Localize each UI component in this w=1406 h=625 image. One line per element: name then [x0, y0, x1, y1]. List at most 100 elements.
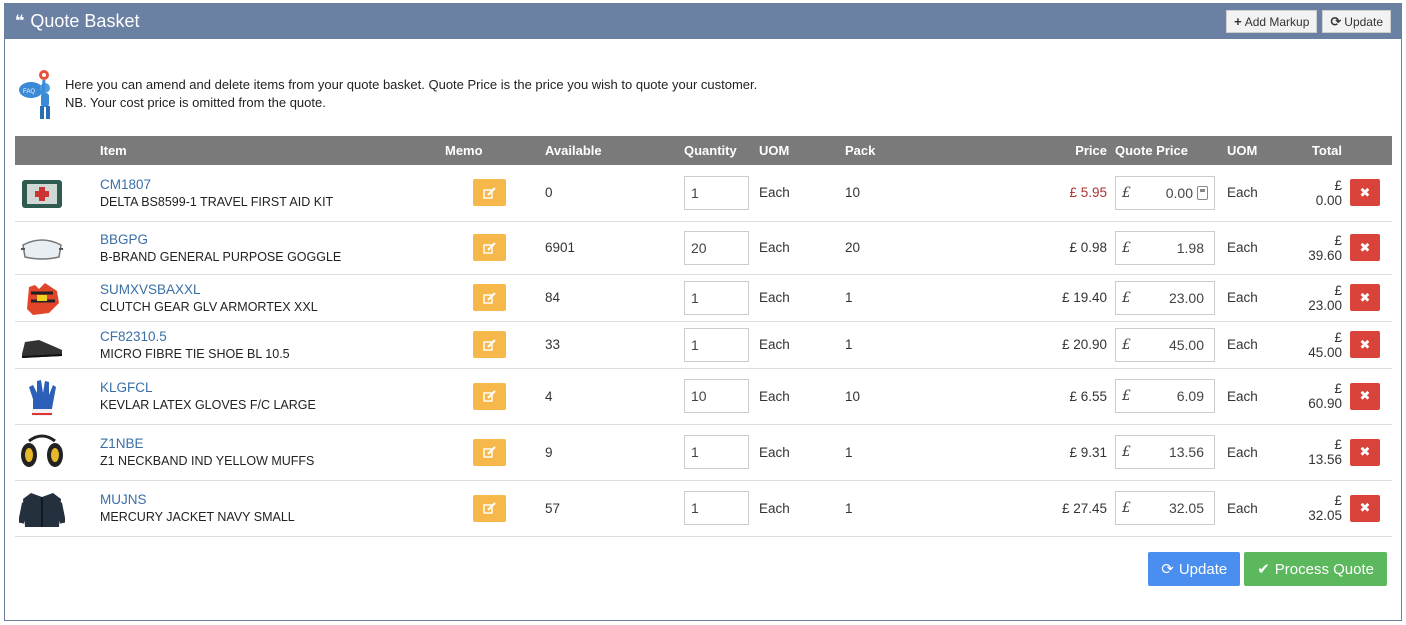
item-code-link[interactable]: MUJNS: [100, 492, 437, 507]
total-cell: £ 45.00: [1303, 321, 1346, 369]
quote-price-input[interactable]: £23.00: [1115, 280, 1215, 315]
item-code-link[interactable]: SUMXVSBAXXL: [100, 282, 437, 297]
quantity-cell: 20: [680, 221, 755, 275]
quote-price-value: 13.56: [1168, 444, 1204, 460]
item-code-link[interactable]: CF82310.5: [100, 329, 437, 344]
currency-symbol: £: [1122, 184, 1131, 201]
item-code-link[interactable]: CM1807: [100, 177, 437, 192]
quote-price-value: 6.09: [1176, 388, 1204, 404]
memo-edit-button[interactable]: [473, 494, 506, 522]
delete-button[interactable]: ✖: [1350, 234, 1380, 261]
quantity-input[interactable]: 1: [684, 280, 749, 315]
delete-button[interactable]: ✖: [1350, 331, 1380, 358]
pack-cell: 20: [841, 221, 941, 275]
price-value: £ 20.90: [1061, 337, 1107, 352]
memo-edit-button[interactable]: [473, 234, 506, 261]
total-cell: £ 0.00: [1303, 165, 1346, 222]
process-quote-button[interactable]: ✔ Process Quote: [1244, 552, 1387, 586]
memo-edit-button[interactable]: [473, 179, 506, 207]
quote-price-input[interactable]: £13.56: [1115, 435, 1215, 469]
update-button[interactable]: ⟳ Update: [1148, 552, 1241, 586]
col-item: Item: [100, 143, 127, 158]
quantity-input[interactable]: 1: [684, 491, 749, 525]
edit-icon: [482, 446, 496, 458]
product-image-cell: [15, 368, 96, 425]
edit-icon: [482, 390, 496, 402]
currency-symbol: £: [1122, 500, 1131, 516]
uom-cell: Each: [755, 321, 841, 369]
quantity-cell: 1: [680, 274, 755, 322]
quantity-input[interactable]: 20: [684, 230, 749, 265]
quantity-input[interactable]: 10: [684, 379, 749, 413]
currency-symbol: £: [1122, 336, 1131, 353]
header-update-label: Update: [1344, 14, 1383, 29]
add-markup-button[interactable]: + Add Markup: [1226, 10, 1318, 33]
memo-cell: [441, 480, 541, 537]
uom-cell: Each: [755, 480, 841, 537]
item-cell: BBGPG B-BRAND GENERAL PURPOSE GOGGLE: [96, 221, 441, 275]
memo-edit-button[interactable]: [473, 284, 506, 311]
col-uom: UOM: [759, 143, 790, 158]
uom-cell: Each: [755, 165, 841, 222]
memo-cell: [441, 424, 541, 481]
item-cell: MUJNS MERCURY JACKET NAVY SMALL: [96, 480, 441, 537]
calculator-icon[interactable]: [1197, 185, 1208, 200]
price-value: £ 9.31: [1069, 444, 1107, 460]
price-value: £ 5.95: [1069, 185, 1107, 201]
quote-price-input[interactable]: £1.98: [1115, 230, 1215, 265]
memo-edit-button[interactable]: [473, 438, 506, 466]
item-description: Z1 NECKBAND IND YELLOW MUFFS: [100, 454, 315, 468]
delete-cell: ✖: [1346, 165, 1392, 222]
edit-icon: [482, 187, 496, 199]
edit-icon: [482, 291, 496, 304]
quote-price-input[interactable]: £6.09: [1115, 379, 1215, 413]
item-cell: KLGFCL KEVLAR LATEX GLOVES F/C LARGE: [96, 368, 441, 425]
uom2-cell: Each: [1223, 165, 1303, 222]
quantity-input[interactable]: 1: [684, 175, 749, 210]
item-code-link[interactable]: BBGPG: [100, 232, 437, 247]
uom2-cell: Each: [1223, 321, 1303, 369]
item-description: MERCURY JACKET NAVY SMALL: [100, 510, 295, 524]
delete-button[interactable]: ✖: [1350, 382, 1380, 410]
quote-price-input[interactable]: £0.00: [1115, 175, 1215, 210]
item-description: DELTA BS8599-1 TRAVEL FIRST AID KIT: [100, 194, 334, 209]
refresh-icon: ⟳: [1161, 561, 1174, 578]
delete-button[interactable]: ✖: [1350, 438, 1380, 466]
table-row: Z1NBE Z1 NECKBAND IND YELLOW MUFFS 9 1 Each 1…: [15, 424, 1392, 481]
price-cell: £ 5.95: [941, 165, 1111, 222]
table-row: CF82310.5 MICRO FIBRE TIE SHOE BL 10.5 33 1…: [15, 321, 1392, 369]
uom2-cell: Each: [1223, 274, 1303, 322]
quantity-input[interactable]: 1: [684, 327, 749, 362]
quote-price-input[interactable]: £45.00: [1115, 327, 1215, 362]
delete-cell: ✖: [1346, 321, 1392, 369]
item-cell: CM1807 DELTA BS8599-1 TRAVEL FIRST AID KI…: [96, 165, 441, 222]
col-total: Total: [1311, 143, 1342, 158]
quote-price-input[interactable]: £32.05: [1115, 491, 1215, 525]
available-cell: 0: [541, 165, 680, 222]
delete-button[interactable]: ✖: [1350, 494, 1380, 522]
available-cell: 9: [541, 424, 680, 481]
refresh-icon: ⟳: [1330, 13, 1342, 29]
table-row: MUJNS MERCURY JACKET NAVY SMALL 57 1 Each 1 £ …: [15, 480, 1392, 537]
delete-cell: ✖: [1346, 274, 1392, 322]
header-update-button[interactable]: ⟳ Update: [1322, 10, 1391, 33]
price-cell: £ 0.98: [941, 221, 1111, 275]
item-code-link[interactable]: KLGFCL: [100, 380, 437, 395]
item-code-link[interactable]: Z1NBE: [100, 436, 437, 451]
check-icon: ✔: [1257, 561, 1270, 578]
quantity-cell: 1: [680, 424, 755, 481]
col-quantity: Quantity: [684, 143, 737, 158]
glove-image: [27, 282, 59, 315]
quantity-input[interactable]: 1: [684, 435, 749, 469]
close-icon: ✖: [1359, 289, 1371, 305]
currency-symbol: £: [1122, 388, 1131, 404]
memo-edit-button[interactable]: [473, 331, 506, 358]
delete-button[interactable]: ✖: [1350, 284, 1380, 311]
delete-button[interactable]: ✖: [1350, 179, 1380, 207]
add-markup-label: Add Markup: [1244, 14, 1310, 29]
quote-price-value: 32.05: [1168, 500, 1204, 516]
available-cell: 84: [541, 274, 680, 322]
memo-cell: [441, 165, 541, 222]
memo-edit-button[interactable]: [473, 382, 506, 410]
pack-cell: 1: [841, 274, 941, 322]
